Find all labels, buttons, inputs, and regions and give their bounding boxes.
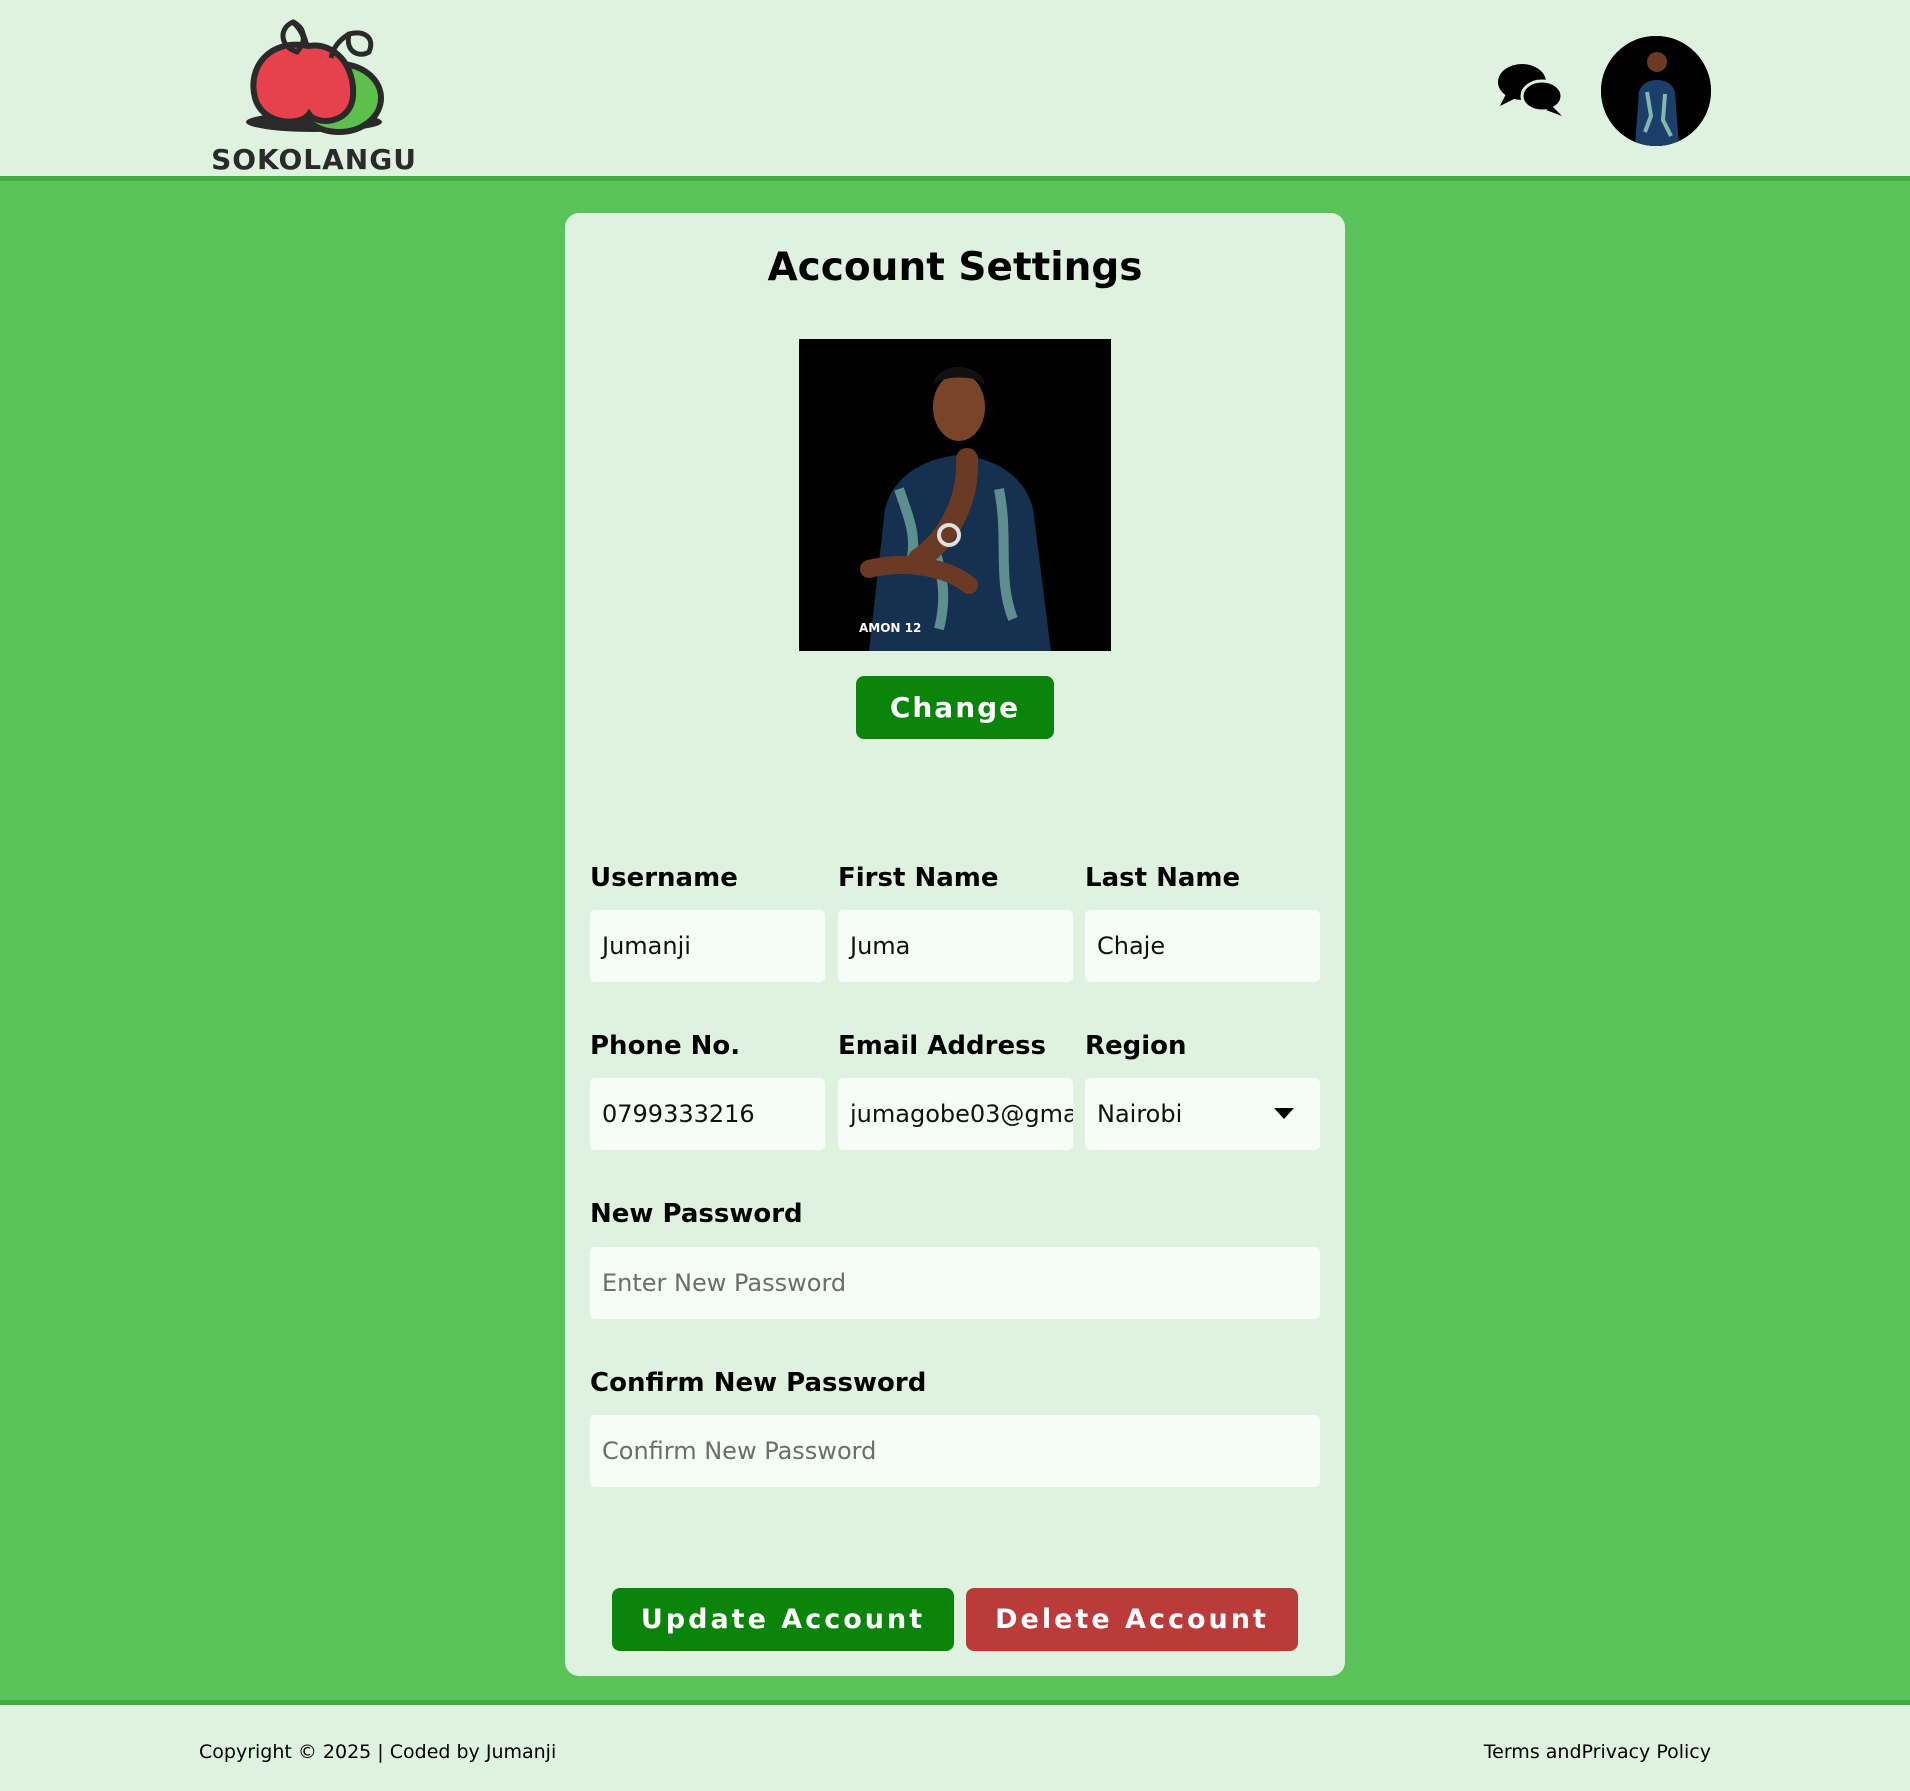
- user-avatar[interactable]: [1601, 36, 1711, 146]
- last-name-label: Last Name: [1085, 863, 1241, 893]
- region-label: Region: [1085, 1031, 1187, 1061]
- page-title: Account Settings: [767, 245, 1143, 290]
- first-name-input[interactable]: Juma: [838, 910, 1073, 982]
- site-header: SOKOLANGU: [0, 0, 1910, 181]
- change-photo-button[interactable]: Change: [856, 676, 1054, 739]
- phone-label: Phone No.: [590, 1031, 741, 1061]
- new-password-input[interactable]: [590, 1247, 1320, 1319]
- logo-text: SOKOLANGU: [211, 143, 417, 176]
- photo-watermark: AMON 12: [859, 621, 922, 635]
- chevron-down-icon: [1274, 1108, 1294, 1119]
- new-password-label: New Password: [590, 1199, 803, 1229]
- profile-photo: AMON 12: [799, 339, 1111, 651]
- region-value: Nairobi: [1097, 1100, 1183, 1128]
- email-input[interactable]: jumagobe03@gmai: [838, 1078, 1073, 1150]
- first-name-label: First Name: [838, 863, 999, 893]
- terms-privacy-link[interactable]: Terms andPrivacy Policy: [1484, 1741, 1711, 1763]
- last-name-input[interactable]: Chaje: [1085, 910, 1320, 982]
- username-label: Username: [590, 863, 738, 893]
- copyright-text: Copyright © 2025 | Coded by Jumanji: [199, 1741, 557, 1763]
- account-settings-card: Account Settings AMON 12 Change Username…: [565, 213, 1345, 1676]
- confirm-password-label: Confirm New Password: [590, 1368, 927, 1398]
- update-account-button[interactable]: Update Account: [612, 1588, 954, 1651]
- email-label: Email Address: [838, 1031, 1047, 1061]
- sokolangu-logo[interactable]: SOKOLANGU: [209, 18, 419, 176]
- confirm-password-input[interactable]: [590, 1415, 1320, 1487]
- chat-bubbles-icon[interactable]: [1496, 62, 1566, 118]
- avatar-photo: [1601, 36, 1711, 146]
- apple-logo-icon: [246, 19, 384, 135]
- site-footer: Copyright © 2025 | Coded by Jumanji Term…: [0, 1700, 1910, 1791]
- profile-photo-image: [799, 339, 1111, 651]
- phone-input[interactable]: 0799333216: [590, 1078, 825, 1150]
- username-input[interactable]: Jumanji: [590, 910, 825, 982]
- region-select[interactable]: Nairobi: [1085, 1078, 1320, 1150]
- delete-account-button[interactable]: Delete Account: [966, 1588, 1298, 1651]
